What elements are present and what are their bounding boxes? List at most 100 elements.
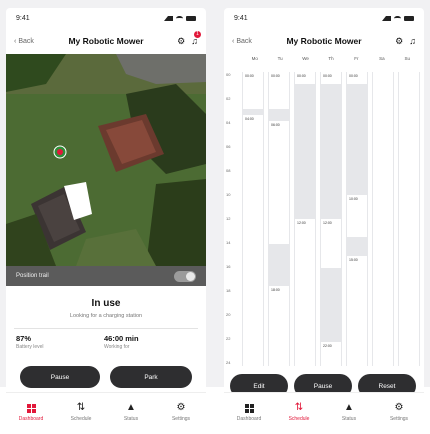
weekly-schedule-grid[interactable]: 00:00 04:00 00:00 06:00 18:00 00:00 12:00 00:00…	[242, 72, 420, 366]
tab-status-label: Status	[123, 416, 139, 422]
hour-axis: 00 02 04 06 08 10 12 14 16 18 20 22 24	[226, 72, 240, 366]
schedule-block[interactable]	[399, 72, 419, 366]
working-time-value: 46:00 min	[104, 334, 139, 343]
page-title: My Robotic Mower	[286, 36, 362, 46]
schedule-block-label: 00:00	[323, 74, 332, 78]
tab-status[interactable]: ▲ Status	[106, 393, 156, 432]
dashboard-icon	[244, 403, 254, 413]
hour-label: 04	[226, 120, 231, 125]
tab-schedule-label: Schedule	[70, 416, 92, 422]
back-button[interactable]: ‹ Back	[232, 38, 270, 45]
tab-schedule[interactable]: ⇅ Schedule	[274, 393, 324, 432]
mower-status-title: In use	[91, 298, 121, 309]
aerial-map-image	[6, 54, 206, 266]
schedule-day-column[interactable]	[372, 72, 394, 366]
hour-label: 10	[226, 192, 231, 197]
schedule-block-label: 12:00	[323, 221, 332, 225]
gear-icon: ⚙	[176, 402, 186, 413]
hour-label: 00	[226, 72, 231, 77]
schedule-block-label: 15:00	[349, 257, 358, 262]
schedule-block[interactable]: 18:00	[269, 286, 289, 366]
dashboard-icon	[26, 403, 36, 413]
schedule-block[interactable]: 12:00	[295, 219, 315, 366]
tab-settings[interactable]: ⚙ Settings	[374, 393, 424, 432]
schedule-block-label: 00:00	[271, 74, 280, 78]
schedule-block[interactable]: 04:00	[243, 114, 263, 366]
schedule-block[interactable]: 22:00	[321, 341, 341, 366]
chevron-left-icon: ‹	[14, 37, 17, 45]
schedule-block-label: 00:00	[349, 74, 358, 78]
schedule-block[interactable]: 06:00	[269, 121, 289, 244]
nav-bar: ‹ Back My Robotic Mower ⚙ ♫ 1	[6, 30, 206, 52]
schedule-block[interactable]: 00:00	[321, 72, 341, 85]
schedule-day-column[interactable]: 00:00 10:00 15:00	[346, 72, 368, 366]
schedule-block-label: 00:00	[297, 74, 306, 78]
status-time: 9:41	[234, 14, 248, 22]
schedule-block[interactable]: 15:00	[347, 255, 367, 366]
status-bar: 9:41	[6, 8, 206, 28]
signal-icon	[382, 15, 391, 21]
status-bar: 9:41	[224, 8, 424, 28]
schedule-block-label: 12:00	[297, 221, 306, 225]
schedule-day-column[interactable]: 00:00 12:00	[294, 72, 316, 366]
tab-schedule[interactable]: ⇅ Schedule	[56, 393, 106, 432]
bell-icon[interactable]: ♫	[409, 36, 416, 46]
schedule-day-column[interactable]: 00:00 06:00 18:00	[268, 72, 290, 366]
weekday-header: Mo Tu We Th Fr Sa Su	[242, 56, 420, 68]
dashboard-screen: 9:41 ‹ Back My Robotic Mower ⚙ ♫ 1 Posit…	[6, 8, 206, 432]
tab-bar: Dashboard ⇅ Schedule ▲ Status ⚙ Settings	[6, 392, 206, 432]
schedule-block[interactable]: 00:00	[347, 72, 367, 85]
hour-label: 06	[226, 144, 231, 149]
chevron-left-icon: ‹	[232, 37, 235, 45]
hour-label: 22	[226, 336, 231, 341]
day-label: We	[302, 56, 309, 61]
gear-icon[interactable]: ⚙	[395, 36, 403, 47]
day-label: Su	[404, 56, 410, 61]
status-time: 9:41	[16, 14, 30, 22]
tab-dashboard[interactable]: Dashboard	[6, 393, 56, 432]
schedule-day-column[interactable]	[398, 72, 420, 366]
position-trail-toggle[interactable]	[174, 270, 196, 282]
schedule-block-label: 04:00	[245, 116, 254, 121]
hour-label: 08	[226, 168, 231, 173]
status-icons	[382, 15, 414, 21]
schedule-day-column[interactable]: 00:00 12:00 22:00	[320, 72, 342, 366]
wifi-icon	[394, 15, 401, 21]
schedule-block[interactable]: 00:00	[243, 72, 263, 109]
tab-status[interactable]: ▲ Status	[324, 393, 374, 432]
tab-schedule-label: Schedule	[288, 416, 310, 422]
schedule-screen: 9:41 ‹ Back My Robotic Mower ⚙ ♫ Mo Tu We T…	[224, 8, 424, 432]
day-label: Mo	[251, 56, 258, 61]
park-button[interactable]: Park	[110, 366, 192, 388]
bell-icon[interactable]: ♫	[191, 36, 198, 46]
schedule-icon: ⇅	[76, 402, 86, 413]
hour-label: 16	[226, 264, 231, 269]
schedule-block[interactable]: 00:00	[269, 72, 289, 109]
schedule-block[interactable]	[373, 72, 393, 366]
hour-label: 20	[226, 312, 231, 317]
tab-dashboard[interactable]: Dashboard	[224, 393, 274, 432]
wifi-icon	[176, 15, 183, 21]
status-icons	[164, 15, 196, 21]
tab-settings[interactable]: ⚙ Settings	[156, 393, 206, 432]
back-button[interactable]: ‹ Back	[14, 38, 52, 45]
day-label: Sa	[379, 56, 385, 61]
schedule-day-column[interactable]: 00:00 04:00	[242, 72, 264, 366]
nav-bar: ‹ Back My Robotic Mower ⚙ ♫	[224, 30, 424, 52]
schedule-block[interactable]: 00:00	[295, 72, 315, 85]
pause-button[interactable]: Pause	[20, 366, 100, 388]
schedule-block[interactable]: 10:00	[347, 194, 367, 238]
gear-icon: ⚙	[394, 402, 404, 413]
hour-label: 24	[226, 360, 231, 365]
battery-value: 87%	[16, 334, 32, 343]
mower-status-subtitle: Looking for a charging station	[69, 313, 143, 319]
schedule-block[interactable]: 12:00	[321, 219, 341, 268]
gear-icon[interactable]: ⚙	[177, 36, 185, 47]
map-view[interactable]	[6, 54, 206, 266]
schedule-block-label: 06:00	[271, 123, 280, 127]
tab-bar: Dashboard ⇅ Schedule ▲ Status ⚙ Settings	[224, 392, 424, 432]
schedule-block-label: 22:00	[323, 343, 332, 348]
battery-label: Battery level	[16, 344, 44, 350]
hour-label: 18	[226, 288, 231, 293]
warning-icon: ▲	[344, 402, 354, 413]
